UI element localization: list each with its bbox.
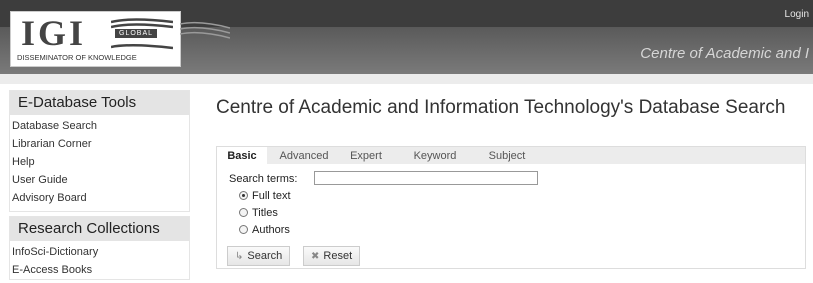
logo-swoosh-icon (180, 21, 230, 39)
tab-expert[interactable]: Expert (339, 147, 393, 165)
sidebar-research-heading: Research Collections (10, 217, 189, 241)
sidebar-item-e-access-books[interactable]: E-Access Books (10, 261, 189, 279)
search-button-label: Search (247, 250, 283, 262)
radio-unchecked-icon[interactable] (239, 224, 248, 234)
sidebar-item-database-search[interactable]: Database Search (10, 117, 189, 135)
sidebar-research-box: Research Collections InfoSci-Dictionary … (9, 216, 190, 280)
logo-tagline: DISSEMINATOR OF KNOWLEDGE (17, 53, 137, 62)
tab-advanced[interactable]: Advanced (269, 147, 339, 165)
tab-subject[interactable]: Subject (477, 147, 537, 165)
logo-global-badge: GLOBAL (115, 29, 158, 38)
sidebar-tools-box: E-Database Tools Database Search Librari… (9, 90, 190, 212)
logo-wordmark: IGI (21, 13, 87, 53)
search-terms-label: Search terms: (229, 173, 298, 185)
option-full-text[interactable]: Full text (239, 190, 291, 206)
sidebar-item-help[interactable]: Help (10, 153, 189, 171)
x-icon: ✖ (311, 251, 320, 262)
login-link[interactable]: Login (785, 9, 809, 20)
reset-button-label: Reset (323, 250, 353, 262)
basic-search-panel: Search terms: Full text Titles Authors ↳… (216, 164, 806, 269)
igi-global-logo[interactable]: IGI GLOBAL DISSEMINATOR OF KNOWLEDGE (10, 11, 181, 67)
site-header: Login Centre of Academic and I IGI GLOBA… (0, 0, 813, 74)
option-authors-label: Authors (252, 224, 290, 236)
radio-unchecked-icon[interactable] (239, 207, 248, 217)
header-site-title: Centre of Academic and I (640, 45, 809, 62)
sidebar-item-advisory-board[interactable]: Advisory Board (10, 189, 189, 207)
option-titles[interactable]: Titles (239, 207, 278, 223)
reset-button[interactable]: ✖ Reset (303, 246, 361, 266)
search-tab-bar: Basic Advanced Expert Keyword Subject (216, 146, 806, 165)
header-gap (0, 74, 813, 84)
search-terms-input[interactable] (314, 171, 538, 185)
sidebar-item-librarian-corner[interactable]: Librarian Corner (10, 135, 189, 153)
search-button[interactable]: ↳ Search (227, 246, 291, 266)
arrow-return-icon: ↳ (235, 251, 244, 262)
page-title: Centre of Academic and Information Techn… (216, 97, 786, 118)
tab-keyword[interactable]: Keyword (393, 147, 477, 165)
option-authors[interactable]: Authors (239, 224, 290, 240)
radio-checked-icon[interactable] (239, 190, 248, 200)
sidebar-item-infosci-dictionary[interactable]: InfoSci-Dictionary (10, 243, 189, 261)
tab-basic[interactable]: Basic (217, 147, 267, 165)
option-full-text-label: Full text (252, 190, 291, 202)
option-titles-label: Titles (252, 207, 278, 219)
sidebar-item-user-guide[interactable]: User Guide (10, 171, 189, 189)
sidebar-tools-heading: E-Database Tools (10, 91, 189, 115)
